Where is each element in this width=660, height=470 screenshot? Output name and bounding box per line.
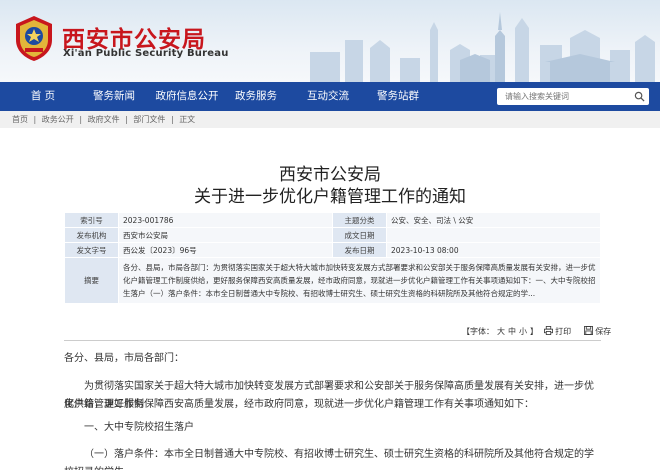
breadcrumb-current: 正文 (179, 115, 196, 124)
breadcrumb-home[interactable]: 首页 (12, 115, 28, 124)
breadcrumb: 首页 | 政务公开 | 政府文件 | 部门文件 | 正文 (12, 114, 198, 125)
publish-date-value: 2023-10-13 08:00 (386, 242, 601, 258)
city-skyline-illustration (310, 12, 655, 82)
breadcrumb-separator: | (79, 115, 83, 124)
search-box (497, 88, 649, 105)
topic-label: 主题分类 (332, 212, 387, 228)
body-paragraph-2: （一）落户条件：本市全日制普通大中专院校、有招收博士研究生、硕士研究生资格的科研… (64, 449, 594, 470)
font-size-label: 【字体： (462, 327, 494, 336)
topic-value: 公安、安全、司法 \ 公安 (386, 212, 601, 228)
font-size-label-end: 】 (530, 327, 538, 336)
font-size-medium-button[interactable]: 中 (508, 327, 516, 336)
tools-divider (64, 340, 601, 341)
police-emblem-icon (16, 16, 52, 61)
printer-icon (543, 326, 553, 335)
nav-item-gov-services[interactable]: 政务服务 (230, 82, 282, 111)
search-icon[interactable] (634, 91, 645, 102)
nav-item-police-news[interactable]: 警务新闻 (88, 82, 140, 111)
breadcrumb-dept-documents[interactable]: 部门文件 (133, 115, 165, 124)
body-paragraph-1b: 度供给，更好服务保障西安高质量发展，经市政府同意，现就进一步优化户籍管理工作有关… (64, 399, 534, 410)
issuer-value: 西安市公安局 (118, 227, 333, 243)
publish-date-label: 发布日期 (332, 242, 387, 258)
site-subtitle: Xi'an Public Security Bureau (63, 48, 229, 59)
created-date-value (386, 227, 601, 243)
nav-item-police-sites[interactable]: 警务站群 (372, 82, 424, 111)
breadcrumb-gov-affairs[interactable]: 政务公开 (42, 115, 74, 124)
main-navigation: 首 页 警务新闻 政府信息公开 政务服务 互动交流 警务站群 (0, 82, 660, 111)
article-container: 西安市公安局 关于进一步优化户籍管理工作的通知 索引号 2023-001786 … (0, 128, 660, 470)
save-icon (583, 326, 593, 335)
save-label: 保存 (595, 327, 612, 336)
document-info-table: 索引号 2023-001786 主题分类 公安、安全、司法 \ 公安 发布机构 … (64, 212, 601, 304)
index-label: 索引号 (64, 212, 119, 228)
index-value: 2023-001786 (118, 212, 333, 228)
print-label: 打印 (555, 327, 572, 336)
search-input[interactable] (497, 88, 629, 105)
body-greeting: 各分、县局，市局各部门： (64, 353, 184, 364)
document-title: 关于进一步优化户籍管理工作的通知 (194, 187, 466, 207)
abstract-value: 各分、县局，市局各部门：为贯彻落实国家关于超大特大城市加快转变发展方式部署要求和… (118, 257, 601, 304)
created-date-label: 成文日期 (332, 227, 387, 243)
breadcrumb-gov-documents[interactable]: 政府文件 (88, 115, 120, 124)
breadcrumb-separator: | (170, 115, 174, 124)
doc-number-label: 发文字号 (64, 242, 119, 258)
nav-item-interaction[interactable]: 互动交流 (302, 82, 354, 111)
abstract-label: 摘要 (64, 257, 119, 304)
issuer-label: 发布机构 (64, 227, 119, 243)
font-size-large-button[interactable]: 大 (497, 327, 505, 336)
breadcrumb-separator: | (125, 115, 128, 124)
save-button[interactable]: 保存 (580, 326, 615, 336)
doc-number-value: 西公发〔2023〕96号 (118, 242, 333, 258)
article-tools: 【字体：大中小】 打印 保存 (462, 326, 617, 337)
site-header: 西安市公安局 Xi'an Public Security Bureau (0, 0, 660, 82)
font-size-small-button[interactable]: 小 (519, 327, 527, 336)
nav-item-home[interactable]: 首 页 (18, 82, 68, 111)
breadcrumb-separator: | (33, 115, 37, 124)
nav-item-gov-info[interactable]: 政府信息公开 (155, 82, 219, 111)
section-heading-1: 一、大中专院校招生落户 (84, 422, 194, 433)
print-button[interactable]: 打印 (543, 326, 577, 336)
